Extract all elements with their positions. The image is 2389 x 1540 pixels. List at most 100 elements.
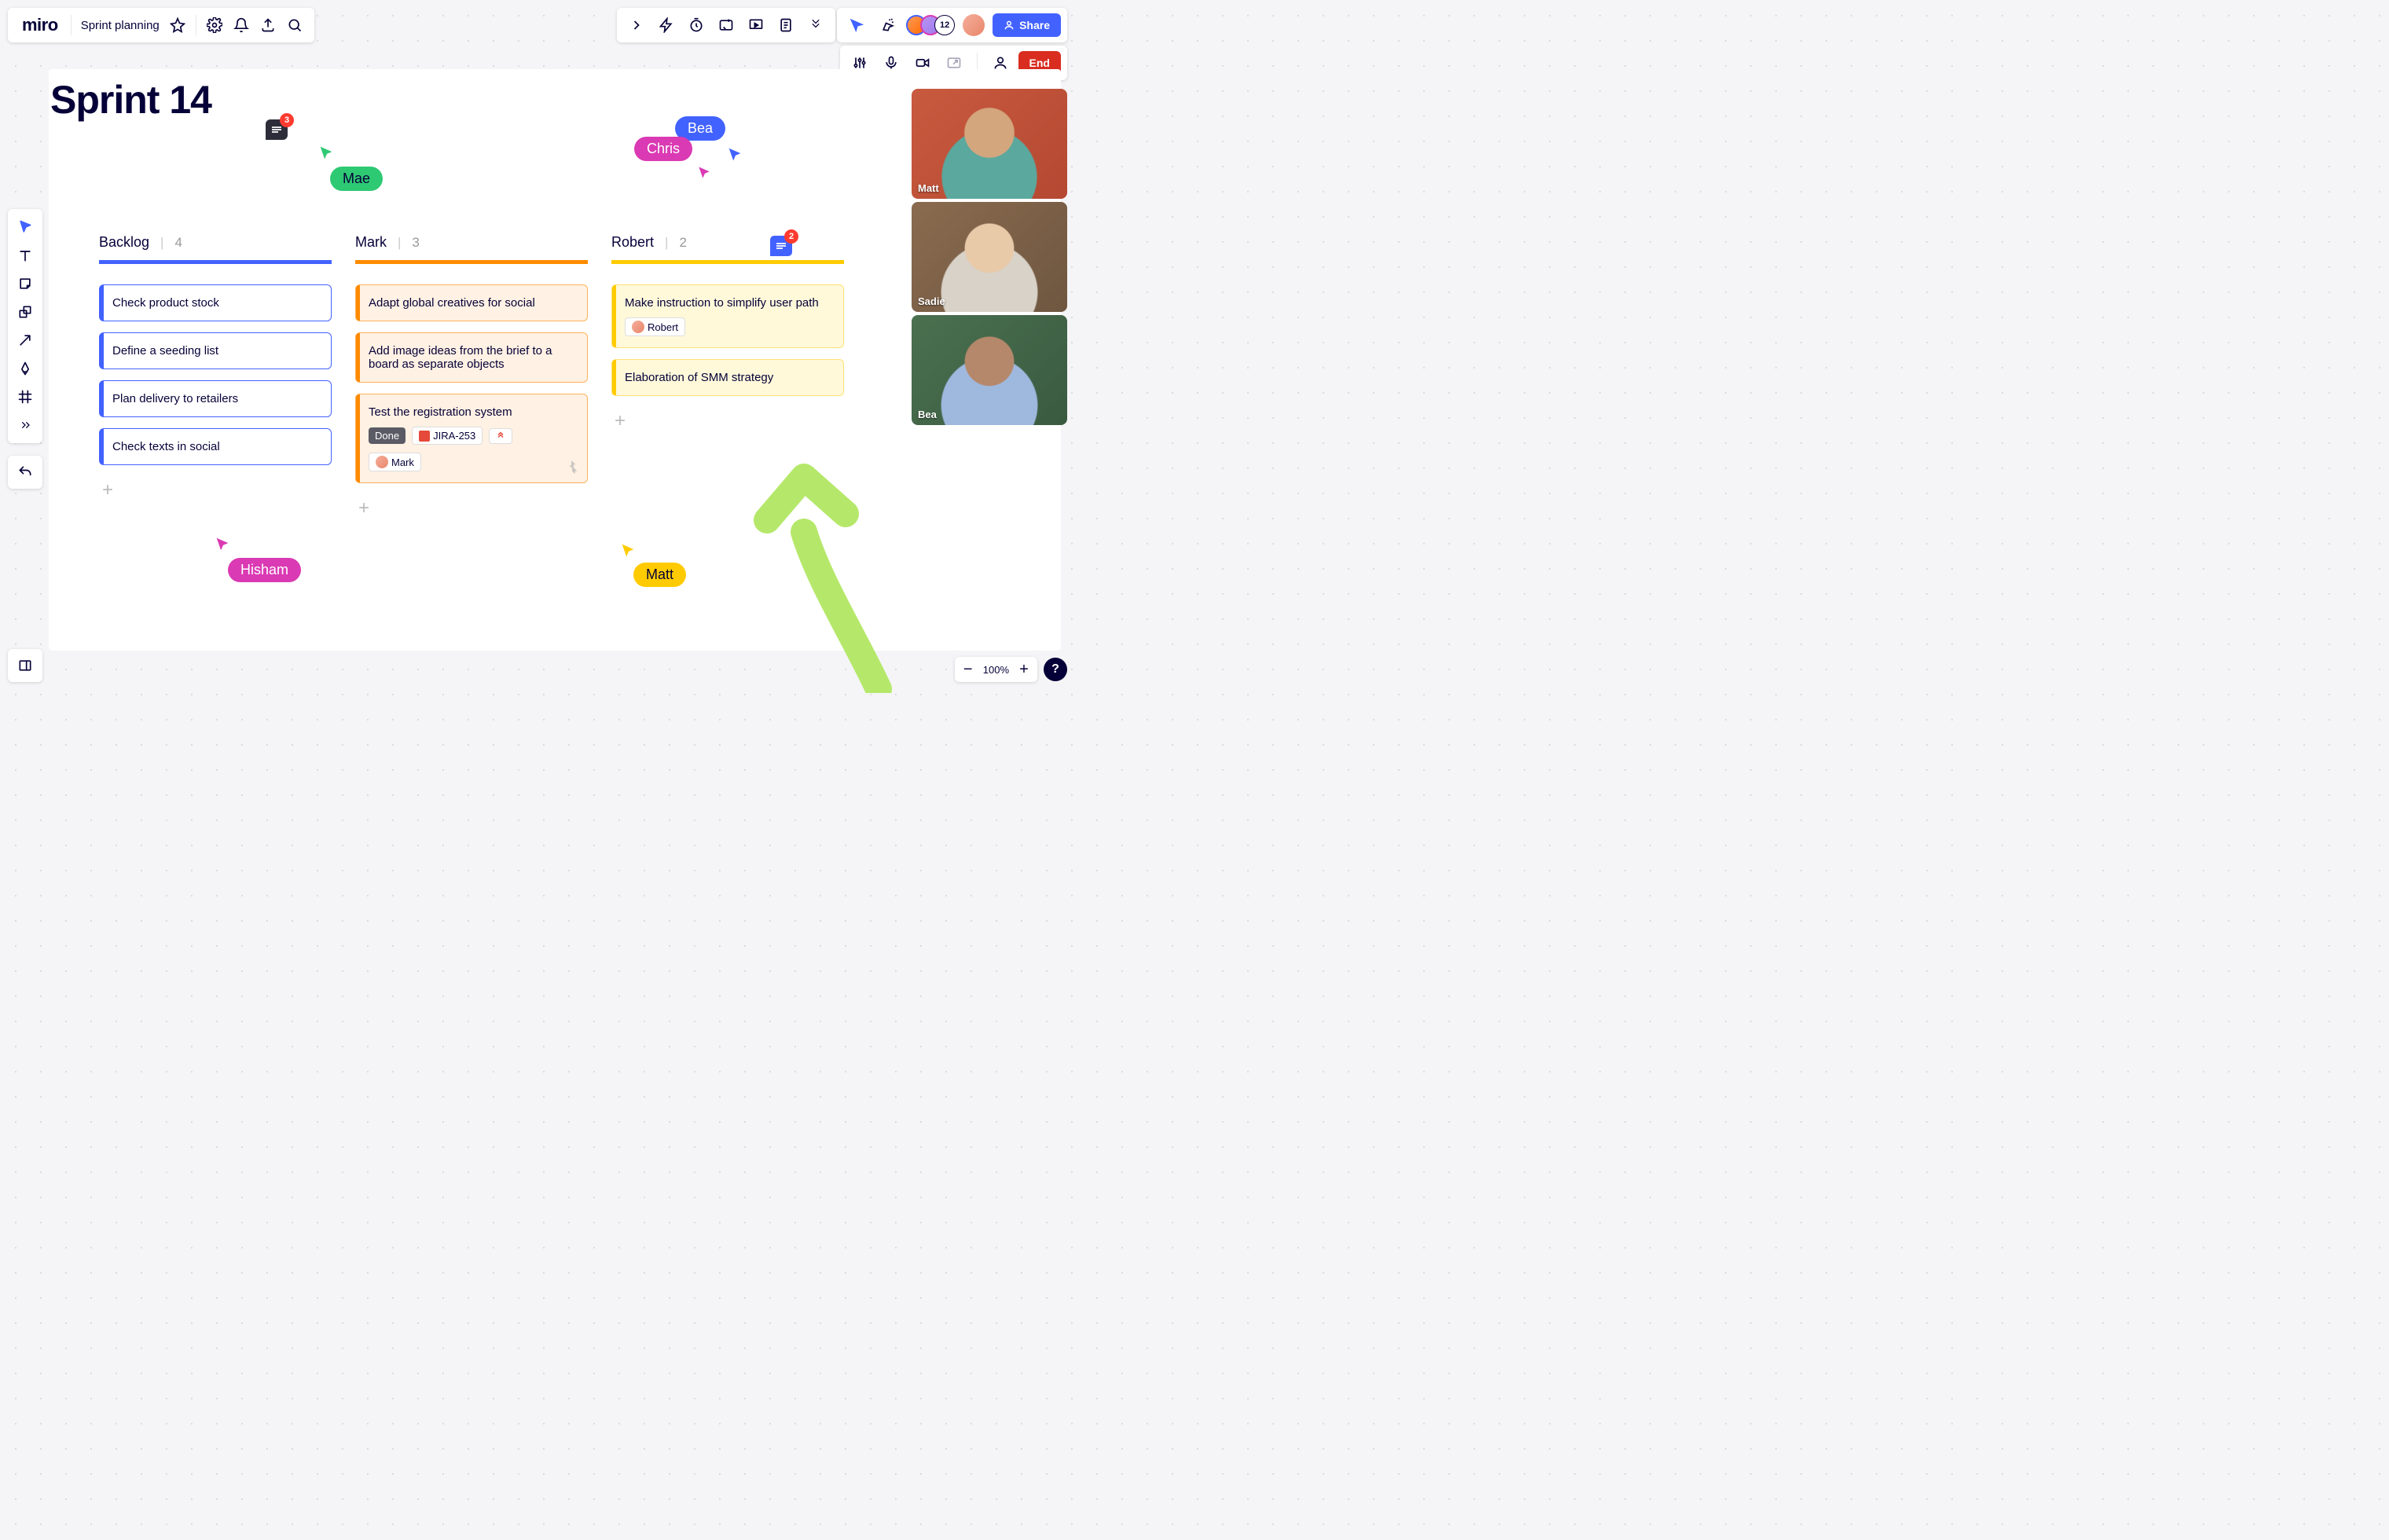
participant-avatars[interactable]: 12	[906, 15, 955, 35]
column-backlog[interactable]: Backlog | 4 Check product stock Define a…	[99, 234, 332, 522]
shape-tool-icon[interactable]	[11, 299, 39, 325]
cursor-chris: Chris	[634, 137, 692, 161]
jira-id: JIRA-253	[433, 430, 475, 442]
settings-icon[interactable]	[201, 12, 228, 38]
more-tools-icon[interactable]	[11, 412, 39, 438]
card[interactable]: Define a seeding list	[99, 332, 332, 369]
video-tile-sadie[interactable]: Sadie	[912, 202, 1067, 312]
jira-chip[interactable]: JIRA-253	[412, 427, 483, 445]
column-header: Robert | 2	[611, 234, 844, 264]
video-call-stack: Matt Sadie Bea	[912, 89, 1067, 425]
cursor-icon	[214, 536, 231, 557]
divider: |	[398, 235, 401, 251]
pen-tool-icon[interactable]	[11, 355, 39, 382]
zoom-out-button[interactable]: −	[960, 661, 977, 678]
avatar-icon	[632, 321, 644, 333]
add-card-button[interactable]: +	[99, 476, 118, 504]
card-meta: Robert	[625, 317, 831, 336]
assignee-chip[interactable]: Mark	[369, 453, 421, 471]
board-name[interactable]: Sprint planning	[76, 19, 164, 32]
comment-badge: 3	[280, 113, 294, 127]
more-icon[interactable]	[802, 12, 829, 38]
add-card-button[interactable]: +	[355, 494, 374, 522]
help-button[interactable]: ?	[1044, 658, 1067, 681]
card[interactable]: Make instruction to simplify user path R…	[611, 284, 844, 348]
column-robert[interactable]: Robert | 2 Make instruction to simplify …	[611, 234, 844, 522]
sticky-tool-icon[interactable]	[11, 270, 39, 297]
column-count: 2	[679, 235, 686, 251]
export-icon[interactable]	[255, 12, 281, 38]
top-left-toolbar: miro Sprint planning	[8, 8, 314, 42]
select-tool-icon[interactable]	[11, 214, 39, 240]
reactions-icon[interactable]	[875, 12, 901, 38]
present-icon[interactable]	[743, 12, 769, 38]
embed-icon[interactable]	[713, 12, 739, 38]
timer-icon[interactable]	[683, 12, 710, 38]
card[interactable]: Plan delivery to retailers	[99, 380, 332, 417]
cursor-matt: Matt	[633, 563, 686, 587]
bell-icon[interactable]	[228, 12, 255, 38]
frame-tool-icon[interactable]	[11, 383, 39, 410]
share-label: Share	[1019, 19, 1050, 31]
divider: |	[665, 235, 668, 251]
jira-logo-icon	[563, 459, 581, 476]
card[interactable]: Add image ideas from the brief to a boar…	[355, 332, 588, 383]
column-count: 4	[174, 235, 182, 251]
column-header: Mark | 3	[355, 234, 588, 264]
self-avatar[interactable]	[963, 14, 985, 36]
cursor-hisham: Hisham	[228, 558, 301, 582]
comment-icon[interactable]: 3	[266, 119, 288, 140]
assignee-chip[interactable]: Robert	[625, 317, 685, 336]
notes-icon[interactable]	[772, 12, 799, 38]
star-icon[interactable]	[164, 12, 191, 38]
card-text: Make instruction to simplify user path	[625, 296, 819, 310]
kanban-columns: Backlog | 4 Check product stock Define a…	[99, 234, 844, 522]
video-tile-matt[interactable]: Matt	[912, 89, 1067, 199]
chevron-right-icon[interactable]	[623, 12, 650, 38]
video-name: Matt	[918, 182, 939, 194]
card[interactable]: Adapt global creatives for social	[355, 284, 588, 321]
zoom-in-button[interactable]: +	[1015, 661, 1033, 678]
zoom-controls: − 100% + ?	[955, 657, 1067, 682]
cursor-follow-icon[interactable]	[843, 12, 870, 38]
card-meta: Mark	[369, 453, 574, 471]
miro-logo[interactable]: miro	[14, 15, 66, 35]
text-tool-icon[interactable]	[11, 242, 39, 269]
card-text: Elaboration of SMM strategy	[625, 371, 773, 384]
search-icon[interactable]	[281, 12, 308, 38]
card[interactable]: Elaboration of SMM strategy	[611, 359, 844, 396]
card-text: Check product stock	[112, 296, 219, 310]
card-text: Define a seeding list	[112, 344, 218, 358]
undo-toolbar	[8, 456, 42, 489]
apps-toolbar	[617, 8, 835, 42]
card-text: Add image ideas from the brief to a boar…	[369, 344, 552, 371]
card[interactable]: Test the registration system Done JIRA-2…	[355, 394, 588, 483]
avatar-overflow[interactable]: 12	[934, 15, 955, 35]
undo-icon[interactable]	[11, 459, 39, 486]
card[interactable]: Check texts in social	[99, 428, 332, 465]
column-mark[interactable]: Mark | 3 Adapt global creatives for soci…	[355, 234, 588, 522]
video-name: Sadie	[918, 295, 945, 307]
jira-icon	[419, 431, 430, 442]
column-name: Backlog	[99, 234, 149, 251]
card[interactable]: Check product stock	[99, 284, 332, 321]
board-title[interactable]: Sprint 14	[50, 77, 211, 123]
cursor-icon	[619, 542, 637, 563]
minimap-button[interactable]	[8, 649, 42, 682]
bolt-icon[interactable]	[653, 12, 680, 38]
add-card-button[interactable]: +	[611, 407, 630, 435]
card-meta: Done JIRA-253	[369, 427, 574, 445]
video-tile-bea[interactable]: Bea	[912, 315, 1067, 425]
share-button[interactable]: Share	[993, 13, 1061, 37]
cursor-icon	[317, 145, 335, 166]
video-name: Bea	[918, 409, 937, 420]
status-chip[interactable]: Done	[369, 427, 406, 444]
column-name: Mark	[355, 234, 387, 251]
zoom-level[interactable]: 100%	[983, 664, 1009, 676]
arrow-tool-icon[interactable]	[11, 327, 39, 354]
column-header: Backlog | 4	[99, 234, 332, 264]
panel-icon	[11, 652, 39, 679]
assignee-name: Robert	[648, 321, 678, 333]
card-text: Test the registration system	[369, 405, 512, 419]
priority-chip[interactable]	[489, 428, 512, 444]
